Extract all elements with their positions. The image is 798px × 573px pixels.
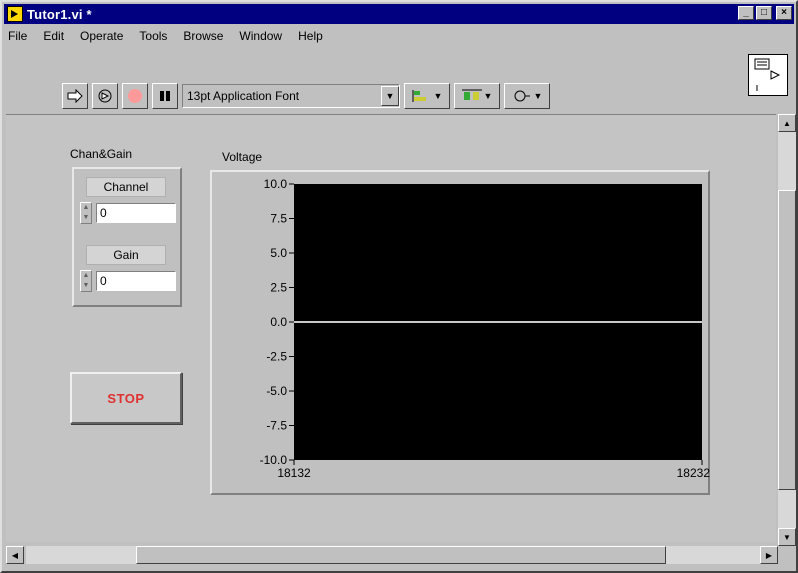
menu-browse[interactable]: Browse — [181, 28, 225, 48]
chevron-down-icon[interactable]: ▼ — [381, 86, 399, 106]
horizontal-scrollbar[interactable]: ◀ ▶ — [6, 546, 778, 564]
labview-app-icon[interactable] — [7, 6, 23, 22]
title-bar[interactable]: Tutor1.vi * _ □ × — [4, 4, 794, 24]
channel-increment-arrows[interactable]: ▲ ▼ — [80, 202, 92, 224]
y-tick-label: -7.5 — [266, 419, 287, 433]
gain-numeric: ▲ ▼ 0 — [80, 269, 178, 293]
vi-connector-pane-icon[interactable] — [748, 54, 788, 96]
x-tick-label: 18232 — [677, 466, 710, 480]
vi-window: Tutor1.vi * _ □ × File Edit Operate Tool… — [0, 0, 798, 573]
gain-field[interactable]: 0 — [96, 271, 176, 291]
close-button[interactable]: × — [776, 6, 792, 20]
y-tick-label: -2.5 — [266, 350, 287, 364]
menu-help[interactable]: Help — [296, 28, 325, 48]
vertical-scrollbar[interactable]: ▲ ▼ — [778, 114, 796, 546]
y-tick-label: -5.0 — [266, 384, 287, 398]
y-tick-label: -10.0 — [260, 453, 288, 467]
channel-field[interactable]: 0 — [96, 203, 176, 223]
run-arrow-icon[interactable] — [62, 83, 88, 109]
gain-label: Gain — [86, 245, 166, 265]
scroll-left-icon[interactable]: ◀ — [6, 546, 24, 564]
minimize-button[interactable]: _ — [738, 6, 754, 20]
gain-increment-arrows[interactable]: ▲ ▼ — [80, 270, 92, 292]
stop-button[interactable]: STOP — [70, 372, 182, 424]
y-tick-label: 5.0 — [270, 246, 287, 260]
scroll-up-icon[interactable]: ▲ — [778, 114, 796, 132]
horizontal-scroll-thumb[interactable] — [136, 546, 666, 564]
channel-numeric: ▲ ▼ 0 — [80, 201, 178, 225]
toolbar: 13pt Application Font ▼ ▼ ▼ ▼ — [62, 82, 550, 110]
font-dropdown-value: 13pt Application Font — [187, 89, 300, 103]
abort-icon[interactable] — [122, 83, 148, 109]
menu-tools[interactable]: Tools — [137, 28, 169, 48]
menu-edit[interactable]: Edit — [41, 28, 66, 48]
maximize-button[interactable]: □ — [756, 6, 772, 20]
font-dropdown[interactable]: 13pt Application Font ▼ — [182, 84, 400, 108]
scroll-right-icon[interactable]: ▶ — [760, 546, 778, 564]
run-continuously-icon[interactable] — [92, 83, 118, 109]
align-objects-icon[interactable]: ▼ — [404, 83, 450, 109]
y-tick-label: 10.0 — [264, 177, 288, 191]
pause-icon[interactable] — [152, 83, 178, 109]
distribute-objects-icon[interactable]: ▼ — [454, 83, 500, 109]
scroll-down-icon[interactable]: ▼ — [778, 528, 796, 546]
vertical-scroll-thumb[interactable] — [778, 190, 796, 490]
menu-operate[interactable]: Operate — [78, 28, 125, 48]
menu-file[interactable]: File — [6, 28, 29, 48]
y-tick-label: 0.0 — [270, 315, 287, 329]
y-tick-label: 7.5 — [270, 212, 287, 226]
waveform-chart[interactable]: 10.0 7.5 5.0 2.5 0.0 -2.5 -5.0 -7.5 -10.018132 18… — [210, 170, 710, 495]
chan-gain-cluster: Channel ▲ ▼ 0 Gain ▲ ▼ 0 — [72, 167, 182, 307]
menu-window[interactable]: Window — [237, 28, 284, 48]
cluster-label: Chan&Gain — [70, 147, 133, 161]
reorder-icon[interactable]: ▼ — [504, 83, 550, 109]
window-title: Tutor1.vi * — [27, 6, 92, 22]
x-tick-label: 18132 — [277, 466, 311, 480]
chart-label: Voltage — [222, 150, 263, 164]
y-tick-label: 2.5 — [270, 281, 287, 295]
channel-label: Channel — [86, 177, 166, 197]
menu-bar: File Edit Operate Tools Browse Window He… — [6, 28, 325, 48]
